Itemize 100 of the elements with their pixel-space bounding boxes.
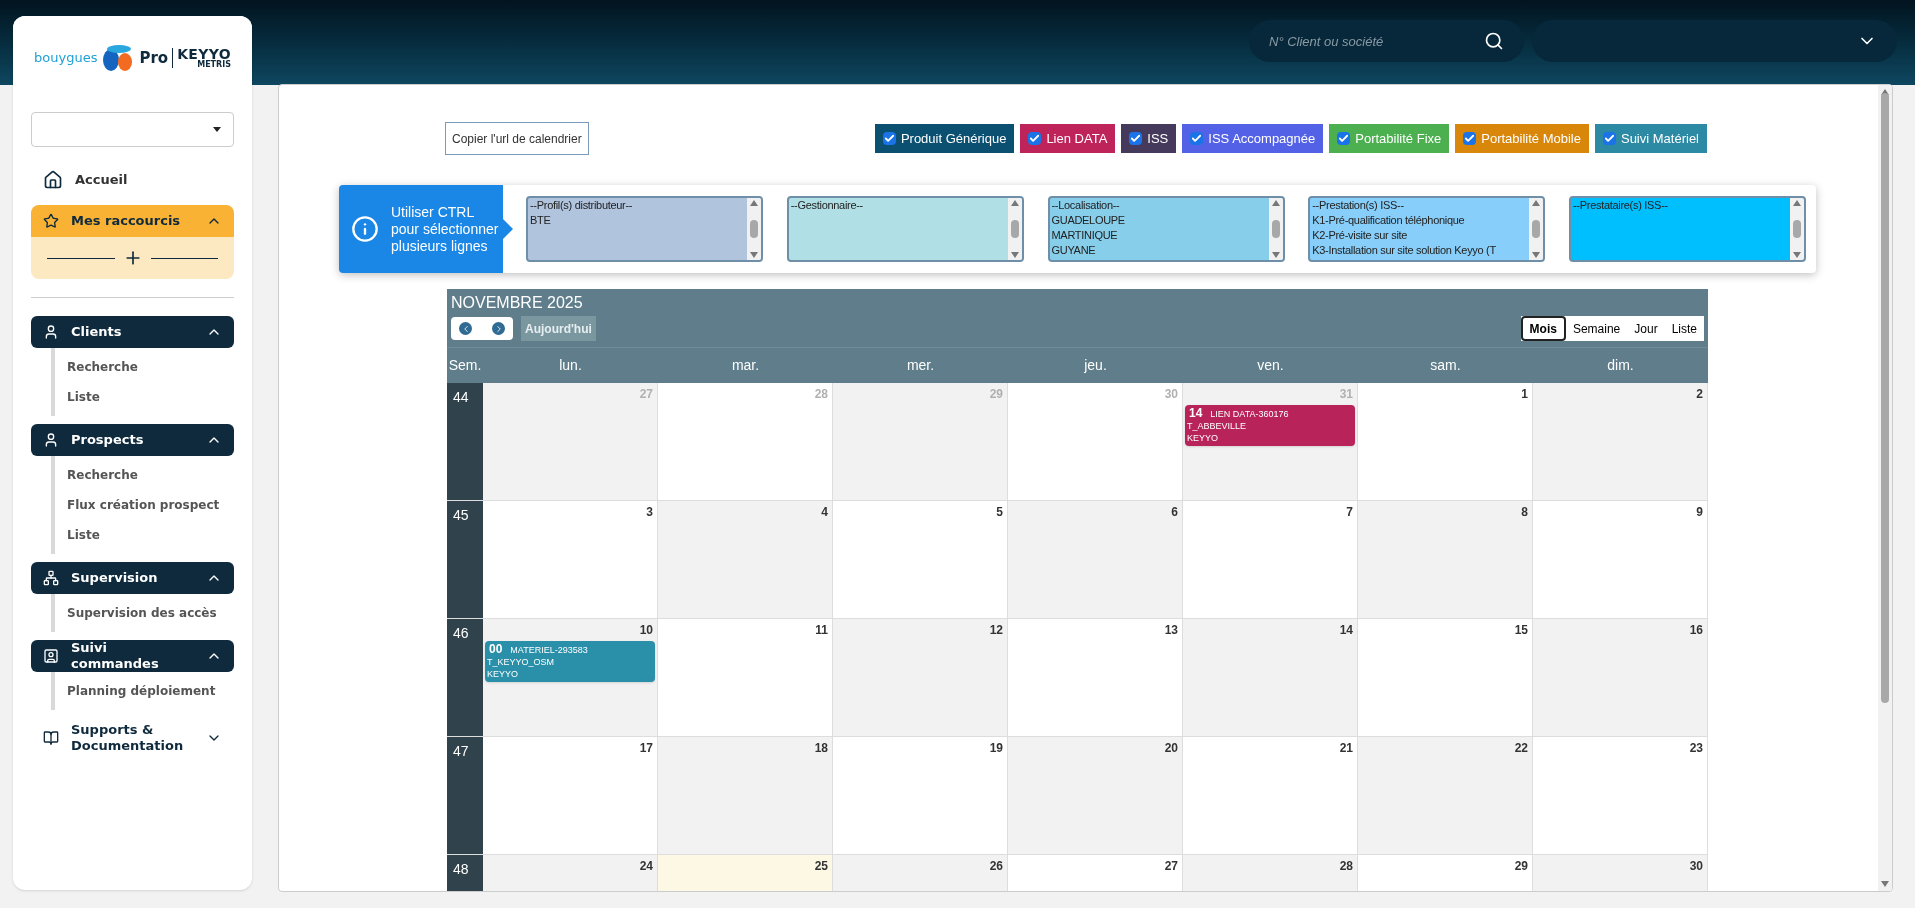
scroll-down-icon[interactable] [1271, 252, 1280, 258]
day-cell[interactable]: 18 [658, 737, 833, 854]
select-option[interactable]: GUADELOUPE [1051, 213, 1125, 228]
scrollbar-thumb[interactable] [750, 220, 758, 238]
select-option[interactable]: GUYANE [1051, 243, 1096, 258]
scroll-down-icon[interactable] [1793, 252, 1801, 258]
multi-select[interactable]: --Gestionnaire-- [786, 196, 1024, 262]
calendar-event[interactable]: 14 LIEN DATA-360176 T_ABBEVILLE KEYYO [1185, 405, 1355, 446]
check-icon [1464, 133, 1476, 144]
filter-toggle[interactable]: Produit Générique [874, 124, 1015, 153]
column-header: lun. [558, 356, 583, 375]
day-cell[interactable]: 12 [833, 619, 1008, 736]
nav-link[interactable]: Recherche [67, 460, 234, 490]
multi-select[interactable]: --Prestation(s) ISS-- K1-Pré-qualification téléphonique K2-Pré-visite sur site K3-Installation sur site solution Keyyo (T [1308, 196, 1546, 262]
nav-link[interactable]: Recherche [67, 352, 234, 382]
scrollbar[interactable] [1268, 198, 1283, 260]
nav-link[interactable]: Accueil [31, 163, 234, 197]
scrollbar-thumb[interactable] [1532, 220, 1541, 238]
filter-toggle[interactable]: ISS [1121, 124, 1177, 153]
checkbox[interactable] [1463, 132, 1477, 145]
scrollbar[interactable] [1878, 85, 1892, 891]
next-button[interactable] [492, 322, 505, 335]
scroll-down-icon[interactable] [1532, 252, 1541, 258]
day-cell[interactable]: 10 00 MATERIEL-293583 T_KEYYO_OSM KEYYO [483, 619, 658, 736]
checkbox[interactable] [1602, 132, 1616, 145]
section-header[interactable]: Supervision [31, 562, 234, 594]
day-cell[interactable]: 24 [483, 855, 658, 891]
search-field[interactable]: N° Client ou société [1249, 20, 1524, 62]
scroll-up-icon[interactable] [1271, 200, 1280, 206]
previous-button[interactable] [459, 322, 472, 335]
multi-select[interactable]: --Prestataire(s) ISS-- [1569, 196, 1806, 262]
scrollbar-thumb[interactable] [1881, 93, 1889, 703]
nav-link[interactable]: Liste [67, 520, 234, 550]
select-option[interactable]: --Prestation(s) ISS-- [1312, 198, 1404, 213]
view-tab[interactable]: Jour [1627, 316, 1665, 341]
scrollbar[interactable] [747, 198, 761, 260]
section-header[interactable]: Suivi commandes [31, 640, 234, 672]
select-option[interactable]: K2-Pré-visite sur site [1312, 228, 1408, 243]
multi-select[interactable]: --Profil(s) distributeur-- BTE [526, 196, 763, 262]
multi-select[interactable]: --Localisation-- GUADELOUPE MARTINIQUE GUYANE [1047, 196, 1285, 262]
scroll-down-icon[interactable] [1881, 881, 1889, 887]
nav-link[interactable]: Planning déploiement [67, 676, 234, 706]
scrollbar[interactable] [1529, 198, 1544, 260]
scrollbar[interactable] [1007, 198, 1022, 260]
day-cell[interactable]: 30 [1533, 855, 1708, 891]
select-option[interactable]: --Localisation-- [1051, 198, 1120, 213]
hint-text: Utiliser CTRL pour sélectionner plusieurs lignes [391, 203, 500, 255]
scroll-up-icon[interactable] [1532, 200, 1541, 206]
nav-link[interactable]: Supervision des accès [67, 598, 234, 628]
checkbox[interactable] [1337, 132, 1351, 145]
event-title: LIEN DATA-360176 [1210, 408, 1289, 420]
view-tab[interactable]: Mois [1520, 316, 1566, 341]
filter-toggle[interactable]: Lien DATA [1020, 124, 1116, 153]
day-cell[interactable]: 16 [1533, 619, 1708, 736]
scrollbar-thumb[interactable] [1010, 220, 1019, 238]
day-cell[interactable]: 26 [833, 855, 1008, 891]
checkbox[interactable] [882, 132, 896, 145]
day-cell[interactable]: 22 [1358, 737, 1533, 854]
day-cell[interactable]: 20 [1008, 737, 1183, 854]
scrollbar-thumb[interactable] [1793, 220, 1801, 238]
day-number: 27 [1164, 858, 1178, 875]
scroll-down-icon[interactable] [1010, 252, 1019, 258]
checkbox[interactable] [1028, 132, 1042, 145]
nav-link[interactable]: Flux création prospect [67, 490, 234, 520]
filter-toggle[interactable]: Suivi Matériel [1594, 124, 1707, 153]
search-icon[interactable] [1484, 31, 1504, 51]
select-option[interactable]: --Gestionnaire-- [790, 198, 863, 213]
filter-toggle[interactable]: ISS Accompagnée [1182, 124, 1324, 153]
scrollbar[interactable] [1790, 198, 1804, 260]
day-cell[interactable]: 25 [658, 855, 833, 891]
select-option[interactable]: --Profil(s) distributeur-- [530, 198, 633, 213]
day-cell[interactable]: 28 [1183, 855, 1358, 891]
select-option[interactable]: BTE [530, 213, 551, 228]
day-cell[interactable]: 2 [1533, 383, 1708, 500]
calendar-event[interactable]: 00 MATERIEL-293583 T_KEYYO_OSM KEYYO [485, 641, 655, 682]
select-option[interactable]: MARTINIQUE [1051, 228, 1118, 243]
day-cell[interactable]: 14 [1183, 619, 1358, 736]
scroll-up-icon[interactable] [1793, 200, 1801, 206]
day-cell[interactable]: 31 14 LIEN DATA-360176 T_ABBEVILLE KEYYO [1183, 383, 1358, 500]
section-header[interactable]: Prospects [31, 424, 234, 456]
nav-link[interactable]: Liste [67, 382, 234, 412]
day-cell[interactable]: 4 [658, 501, 833, 618]
select-option[interactable]: K1-Pré-qualification téléphonique [1312, 213, 1465, 228]
day-cell[interactable]: 8 [1358, 501, 1533, 618]
copy-url-button[interactable]: Copier l'url de calendrier [445, 122, 589, 155]
shortcuts-header[interactable]: Mes raccourcis [31, 205, 234, 237]
view-tab[interactable]: Semaine [1565, 316, 1628, 341]
day-number: 2 [1696, 386, 1703, 403]
day-cell[interactable]: 6 [1008, 501, 1183, 618]
scrollbar-thumb[interactable] [1271, 220, 1280, 238]
dropdown-field[interactable] [31, 112, 234, 147]
checkbox[interactable] [1190, 132, 1204, 145]
select-option[interactable]: K3-Installation sur site solution Keyyo (T [1312, 243, 1496, 258]
scroll-down-icon[interactable] [750, 252, 758, 258]
view-tab[interactable]: Liste [1664, 316, 1704, 341]
select-option[interactable]: --Prestataire(s) ISS-- [1573, 198, 1668, 213]
scroll-up-icon[interactable] [1010, 200, 1019, 206]
section-header[interactable]: Clients [31, 316, 234, 348]
scroll-up-icon[interactable] [750, 200, 758, 206]
checkbox[interactable] [1129, 132, 1143, 145]
